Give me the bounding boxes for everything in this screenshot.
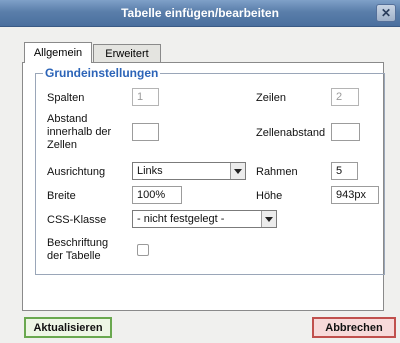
border-label: Rahmen xyxy=(256,166,298,178)
cellpadding-label-line2: innerhalb der xyxy=(47,126,112,138)
height-input[interactable]: 943px xyxy=(331,186,379,204)
columns-label: Spalten xyxy=(47,92,85,104)
css-class-label: CSS-Klasse xyxy=(47,214,107,226)
dialog-title-bar: Tabelle einfügen/bearbeiten ✕ xyxy=(0,0,400,27)
close-button[interactable]: ✕ xyxy=(376,4,396,22)
width-label: Breite xyxy=(47,190,76,202)
chevron-down-icon xyxy=(261,211,276,227)
dialog-title: Tabelle einfügen/bearbeiten xyxy=(121,6,279,20)
width-input[interactable]: 100% xyxy=(132,186,182,204)
cancel-button[interactable]: Abbrechen xyxy=(312,317,396,338)
tab-label: Erweitert xyxy=(105,48,149,60)
css-class-select[interactable]: - nicht festgelegt - xyxy=(132,210,277,228)
border-input[interactable]: 5 xyxy=(331,162,358,180)
caption-checkbox[interactable] xyxy=(137,244,149,256)
rows-input[interactable]: 2 xyxy=(331,88,359,106)
css-class-value: - nicht festgelegt - xyxy=(137,213,225,225)
alignment-value: Links xyxy=(137,165,163,177)
cellspacing-input[interactable] xyxy=(331,123,360,141)
rows-label: Zeilen xyxy=(256,92,286,104)
alignment-label: Ausrichtung xyxy=(47,166,106,178)
cellspacing-label: Zellenabstand xyxy=(256,127,326,139)
tab-allgemein[interactable]: Allgemein xyxy=(24,42,92,63)
cellpadding-input[interactable] xyxy=(132,123,159,141)
close-icon: ✕ xyxy=(380,6,392,20)
cellpadding-label-line3: Zellen xyxy=(47,139,77,151)
caption-label-line1: Beschriftung xyxy=(47,237,109,249)
tab-label: Allgemein xyxy=(33,47,83,59)
alignment-select[interactable]: Links xyxy=(132,162,246,180)
columns-input[interactable]: 1 xyxy=(132,88,159,106)
tab-erweitert[interactable]: Erweitert xyxy=(93,44,161,63)
fieldset-legend: Grundeinstellungen xyxy=(43,66,161,80)
chevron-down-icon xyxy=(230,163,245,179)
cellpadding-label-line1: Abstand xyxy=(47,113,88,125)
caption-label-line2: der Tabelle xyxy=(47,250,101,262)
update-button[interactable]: Aktualisieren xyxy=(24,317,112,338)
height-label: Höhe xyxy=(256,190,283,202)
